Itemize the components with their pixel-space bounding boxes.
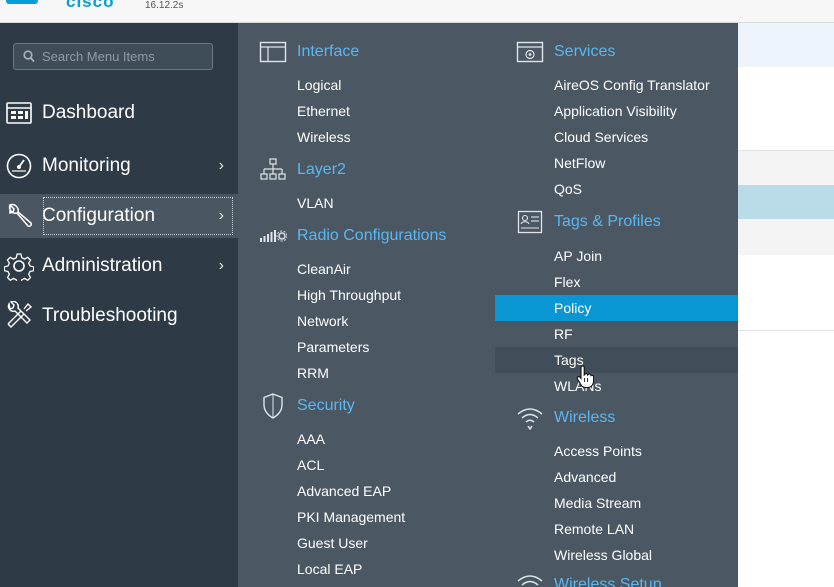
menu-item-high-throughput[interactable]: High Throughput <box>297 282 401 308</box>
menu-item-cleanair[interactable]: CleanAir <box>297 256 351 282</box>
tools-icon <box>0 294 38 338</box>
menu-item-highlight-policy <box>495 295 738 321</box>
menu-item-parameters[interactable]: Parameters <box>297 334 369 360</box>
focus-outline <box>43 197 233 235</box>
wifi-icon <box>515 573 545 587</box>
chevron-right-icon: › <box>218 257 224 274</box>
version-label: 16.12.2s <box>145 0 184 11</box>
section-tags-profiles: Tags & Profiles <box>515 210 735 234</box>
search-box[interactable] <box>13 43 213 70</box>
dashboard-icon <box>0 91 38 135</box>
menu-item-application-visibility[interactable]: Application Visibility <box>554 98 677 124</box>
section-title: Layer2 <box>297 161 346 178</box>
menu-item-wireless-global[interactable]: Wireless Global <box>554 542 652 568</box>
menu-item-logical[interactable]: Logical <box>297 72 341 98</box>
background-row <box>738 23 834 67</box>
sidebar: Dashboard Monitoring › Configuration › A… <box>0 23 238 587</box>
menu-item-policy[interactable]: Policy <box>554 295 591 321</box>
background-row <box>738 219 834 255</box>
menu-item-pki-management[interactable]: PKI Management <box>297 504 405 530</box>
configuration-menu-panel: Interface Logical Ethernet Wireless Laye… <box>238 23 738 587</box>
section-title: Radio Configurations <box>297 227 447 244</box>
menu-item-aaa[interactable]: AAA <box>297 426 325 452</box>
shield-icon <box>258 393 288 419</box>
section-title: Interface <box>297 43 360 60</box>
nav-monitoring[interactable]: Monitoring › <box>0 144 238 188</box>
section-interface: Interface <box>258 40 488 64</box>
nav-troubleshooting[interactable]: Troubleshooting <box>0 294 238 338</box>
section-title: Services <box>554 43 616 60</box>
section-title: Wireless Setup <box>554 576 662 587</box>
menu-item-flex[interactable]: Flex <box>554 269 580 295</box>
tags-profiles-icon <box>515 210 545 234</box>
interface-icon <box>258 40 288 64</box>
wrench-icon <box>0 194 38 238</box>
top-bar: cisco 16.12.2s <box>0 0 834 23</box>
gear-icon <box>0 244 38 288</box>
nav-label: Dashboard <box>42 102 135 123</box>
brand-name[interactable]: cisco <box>66 0 114 12</box>
menu-item-ap-join[interactable]: AP Join <box>554 243 602 269</box>
nav-label: Administration <box>42 255 163 276</box>
menu-item-acl[interactable]: ACL <box>297 452 324 478</box>
menu-item-ethernet[interactable]: Ethernet <box>297 98 350 124</box>
gauge-icon <box>0 144 38 188</box>
menu-item-advanced[interactable]: Advanced <box>554 464 616 490</box>
section-radio-configurations: Radio Configurations <box>258 224 488 248</box>
menu-item-wireless-interface[interactable]: Wireless <box>297 124 351 150</box>
menu-item-media-stream[interactable]: Media Stream <box>554 490 641 516</box>
section-services: Services <box>515 40 735 64</box>
menu-item-local-eap[interactable]: Local EAP <box>297 556 362 582</box>
menu-item-aireos-config-translator[interactable]: AireOS Config Translator <box>554 72 710 98</box>
menu-item-hover-tags <box>495 347 738 373</box>
background-divider <box>738 330 834 331</box>
wifi-icon <box>515 406 545 430</box>
menu-item-guest-user[interactable]: Guest User <box>297 530 368 556</box>
menu-item-vlan[interactable]: VLAN <box>297 190 334 216</box>
services-icon <box>515 40 545 64</box>
section-wireless-setup: Wireless Setup <box>515 573 735 587</box>
nav-label: Troubleshooting <box>42 305 178 326</box>
nav-administration[interactable]: Administration › <box>0 244 238 288</box>
background-row <box>738 151 834 185</box>
menu-item-rrm[interactable]: RRM <box>297 360 329 386</box>
background-row-selected <box>738 185 834 219</box>
search-icon <box>23 50 35 63</box>
search-input[interactable] <box>42 47 207 66</box>
section-title: Security <box>297 397 355 414</box>
section-title: Tags & Profiles <box>554 213 661 230</box>
chevron-right-icon: › <box>218 207 224 224</box>
nav-label: Monitoring <box>42 155 131 176</box>
section-security: Security <box>258 393 488 419</box>
nav-dashboard[interactable]: Dashboard <box>0 91 238 135</box>
menu-item-qos[interactable]: QoS <box>554 176 582 202</box>
section-wireless: Wireless <box>515 406 735 430</box>
menu-item-network[interactable]: Network <box>297 308 348 334</box>
section-layer2: Layer2 <box>258 158 488 182</box>
radio-signal-icon <box>258 224 288 248</box>
menu-item-rf[interactable]: RF <box>554 321 573 347</box>
menu-item-access-points[interactable]: Access Points <box>554 438 642 464</box>
menu-item-netflow[interactable]: NetFlow <box>554 150 605 176</box>
hand-pointer-icon <box>576 365 594 389</box>
menu-item-cloud-services[interactable]: Cloud Services <box>554 124 648 150</box>
nav-configuration[interactable]: Configuration › <box>0 194 238 238</box>
menu-item-advanced-eap[interactable]: Advanced EAP <box>297 478 391 504</box>
chevron-right-icon: › <box>218 157 224 174</box>
cisco-logo-icon[interactable] <box>6 0 38 4</box>
menu-item-remote-lan[interactable]: Remote LAN <box>554 516 634 542</box>
network-topology-icon <box>258 158 288 182</box>
section-title: Wireless <box>554 409 616 426</box>
